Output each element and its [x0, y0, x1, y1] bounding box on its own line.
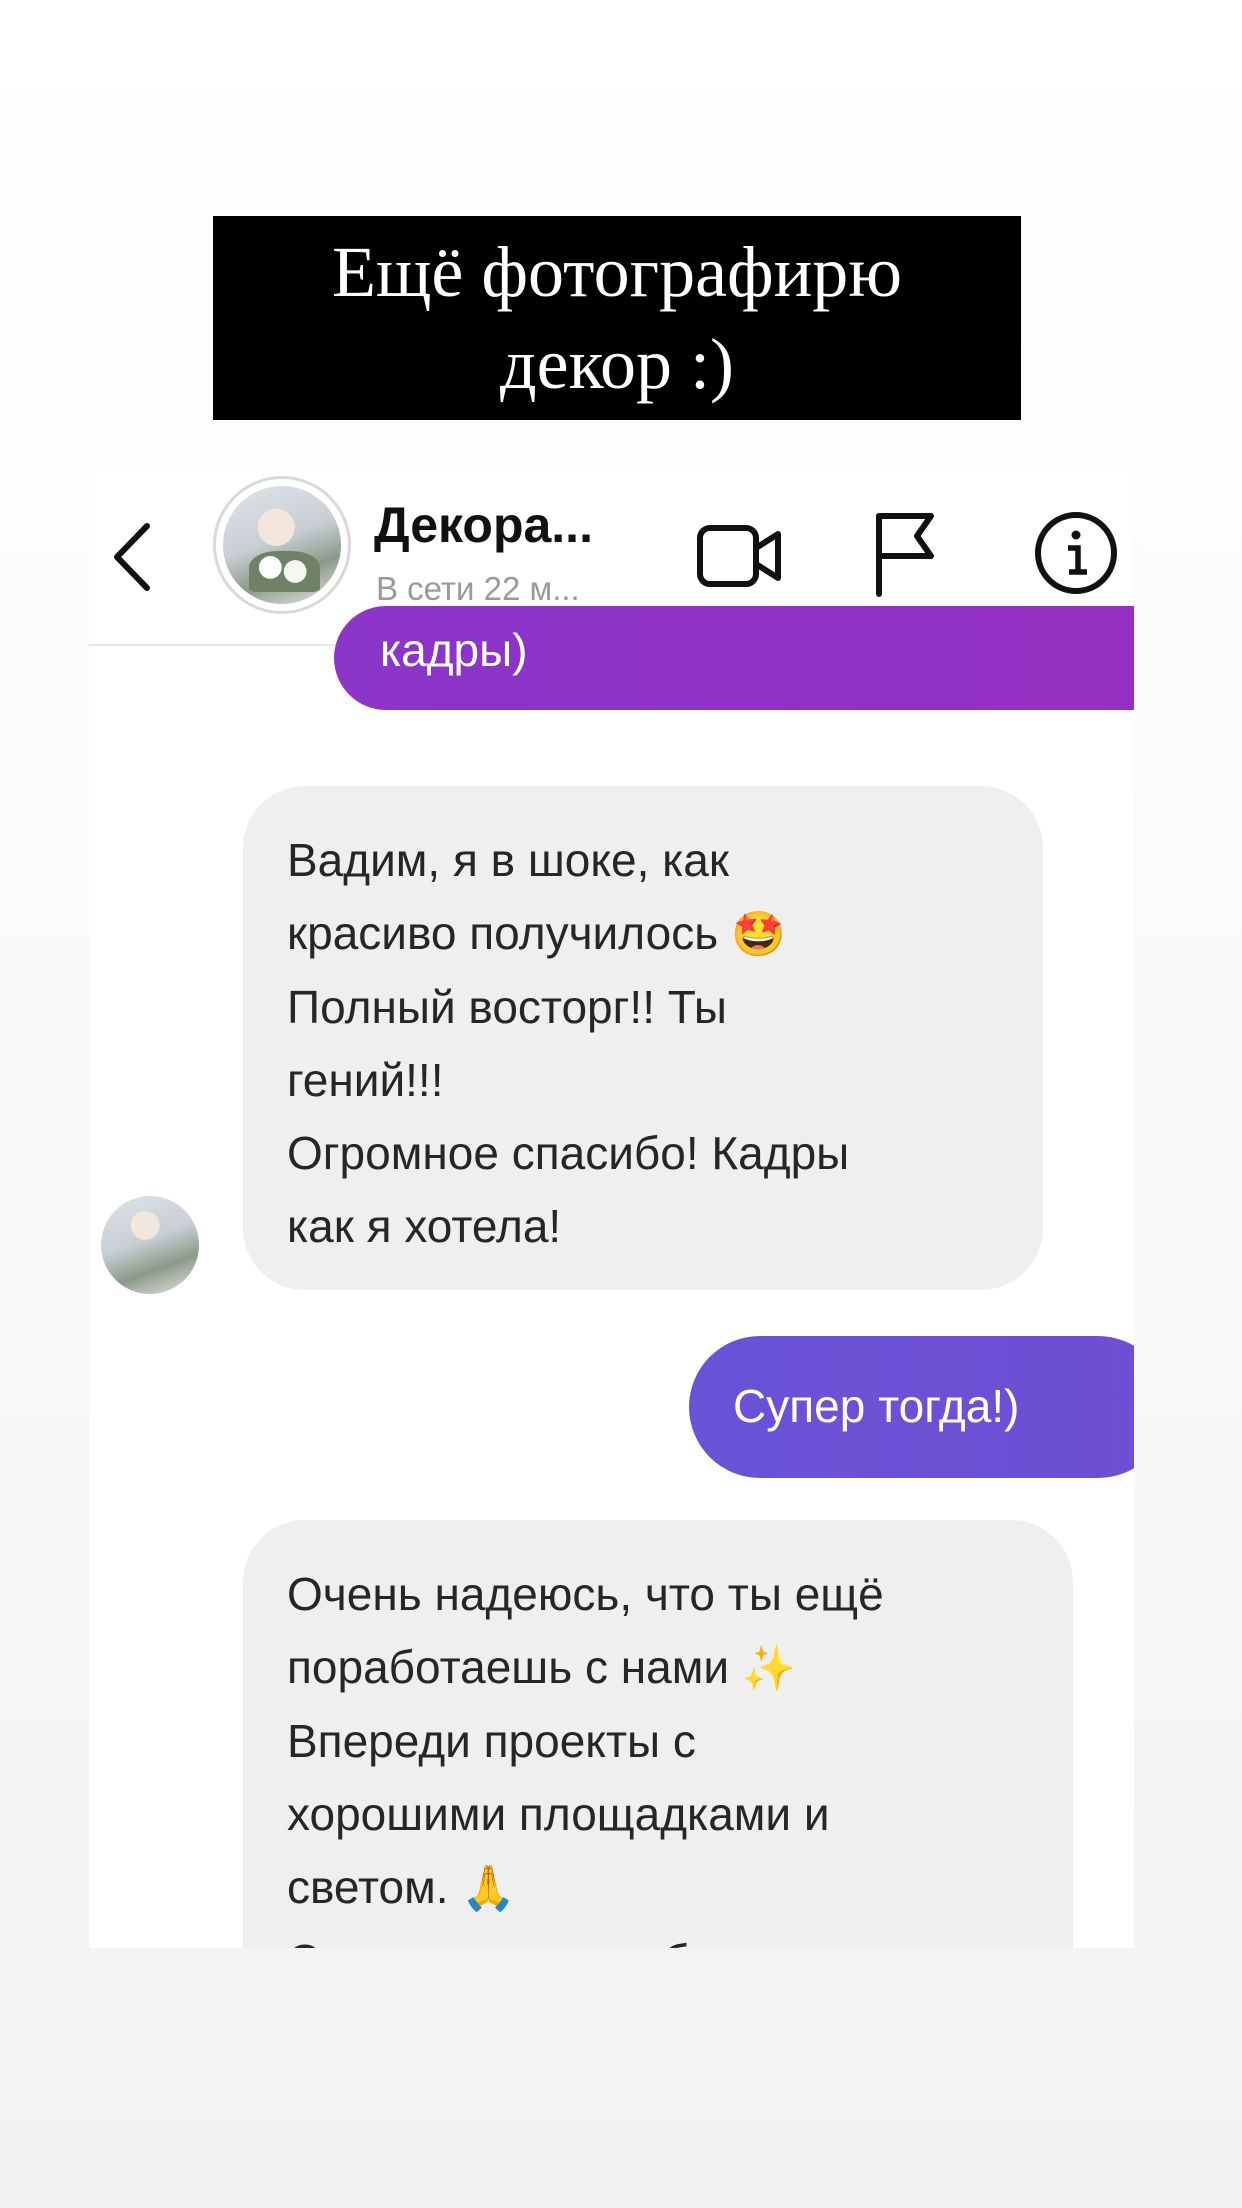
message-line: хорошими площадками и — [287, 1788, 830, 1840]
message-line: как я хотела! — [287, 1200, 562, 1252]
message-incoming[interactable]: Очень надеюсь, что ты ещё поработаешь с … — [243, 1520, 1073, 1948]
message-line: красиво получилось — [287, 907, 719, 959]
star-struck-emoji-icon: 🤩 — [730, 909, 786, 960]
message-line: поработаешь с нами — [287, 1641, 730, 1693]
video-camera-icon[interactable] — [694, 516, 786, 596]
caption-line-2: декор :) — [500, 324, 734, 404]
message-outgoing[interactable]: кадры) — [334, 606, 1134, 710]
message-line: гений!!! — [287, 1054, 444, 1106]
message-line: Впереди проекты с — [287, 1715, 696, 1767]
message-line-with-emoji: поработаешь с нами ✨ — [287, 1631, 1029, 1705]
online-status: В сети 22 м... — [376, 570, 580, 607]
message-line: Огромное спасибо! Кадры — [287, 1127, 850, 1179]
message-line-with-emoji: красиво получилось 🤩 — [287, 897, 999, 971]
info-icon[interactable] — [1033, 510, 1119, 596]
message-line: Очень надеюсь, что ты ещё — [287, 1568, 884, 1620]
message-line: Сегодня на свадьбе очень — [287, 1925, 1029, 1948]
sparkles-emoji-icon: ✨ — [741, 1643, 797, 1694]
message-line: Вадим, я в шоке, как — [287, 834, 730, 886]
avatar-photo — [223, 486, 341, 604]
folded-hands-emoji-icon: 🙏 — [461, 1863, 517, 1914]
message-text: кадры) — [380, 624, 528, 676]
chat-screenshot: Декора... В сети 22 м... кадры) Вадим, я… — [89, 466, 1134, 1948]
story-caption: Ещё фотографирю декор :) — [213, 216, 1021, 420]
sender-avatar[interactable] — [101, 1196, 199, 1294]
message-line-with-emoji: светом. 🙏 — [287, 1851, 1029, 1925]
message-text: Супер тогда!) — [733, 1380, 1020, 1432]
message-line: светом. — [287, 1861, 449, 1913]
message-incoming[interactable]: Вадим, я в шоке, как красиво получилось … — [243, 786, 1043, 1290]
chevron-left-icon[interactable] — [103, 512, 163, 602]
message-line: Полный восторг!! Ты — [287, 981, 727, 1033]
chat-title[interactable]: Декора... — [374, 496, 593, 554]
caption-line-1: Ещё фотографирю — [331, 232, 903, 312]
message-outgoing[interactable]: Супер тогда!) — [689, 1336, 1134, 1478]
flag-icon[interactable] — [869, 508, 939, 598]
avatar[interactable] — [213, 476, 351, 614]
